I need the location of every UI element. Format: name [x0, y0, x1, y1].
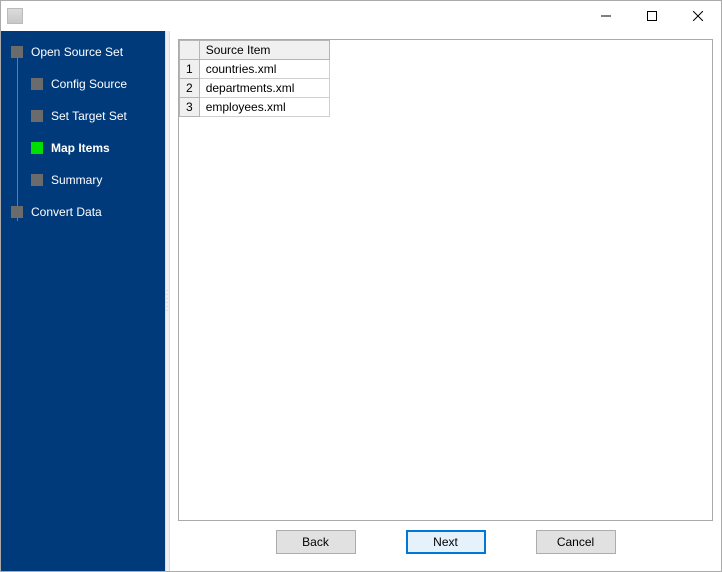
- close-icon: [693, 11, 703, 21]
- row-number: 1: [180, 60, 200, 79]
- button-label: Cancel: [557, 535, 594, 549]
- step-label: Convert Data: [31, 205, 102, 219]
- step-marker-icon: [31, 110, 43, 122]
- cell-source-item: countries.xml: [199, 60, 329, 79]
- step-convert-data[interactable]: Convert Data: [11, 199, 165, 225]
- step-marker-icon: [31, 142, 43, 154]
- table-row[interactable]: 3 employees.xml: [180, 98, 330, 117]
- app-icon: [7, 8, 23, 24]
- minimize-button[interactable]: [583, 1, 629, 31]
- tree-line: [17, 49, 18, 221]
- cell-source-item: departments.xml: [199, 79, 329, 98]
- button-label: Back: [302, 535, 329, 549]
- cell-source-item: employees.xml: [199, 98, 329, 117]
- step-config-source[interactable]: Config Source: [31, 71, 165, 97]
- step-marker-icon: [31, 174, 43, 186]
- main-panel: Source Item 1 countries.xml 2 department…: [170, 31, 721, 571]
- button-label: Next: [433, 535, 458, 549]
- row-header-blank: [180, 41, 200, 60]
- row-number: 3: [180, 98, 200, 117]
- wizard-window: Open Source Set Config Source Set Target…: [0, 0, 722, 572]
- titlebar: [1, 1, 721, 31]
- wizard-steps-sidebar: Open Source Set Config Source Set Target…: [1, 31, 165, 571]
- table-row[interactable]: 2 departments.xml: [180, 79, 330, 98]
- window-controls: [583, 1, 721, 31]
- row-number: 2: [180, 79, 200, 98]
- close-button[interactable]: [675, 1, 721, 31]
- step-set-target-set[interactable]: Set Target Set: [31, 103, 165, 129]
- back-button[interactable]: Back: [276, 530, 356, 554]
- step-label: Summary: [51, 173, 102, 187]
- step-marker-icon: [11, 206, 23, 218]
- maximize-button[interactable]: [629, 1, 675, 31]
- next-button[interactable]: Next: [406, 530, 486, 554]
- table-row[interactable]: 1 countries.xml: [180, 60, 330, 79]
- step-map-items[interactable]: Map Items: [31, 135, 165, 161]
- maximize-icon: [647, 11, 657, 21]
- source-item-table: Source Item 1 countries.xml 2 department…: [179, 40, 330, 117]
- cancel-button[interactable]: Cancel: [536, 530, 616, 554]
- step-label: Open Source Set: [31, 45, 123, 59]
- splitter-grip-icon: ······: [166, 289, 170, 313]
- step-marker-icon: [31, 78, 43, 90]
- step-label: Set Target Set: [51, 109, 127, 123]
- step-label: Config Source: [51, 77, 127, 91]
- minimize-icon: [601, 11, 611, 21]
- wizard-footer: Back Next Cancel: [178, 521, 713, 563]
- step-open-source-set[interactable]: Open Source Set: [11, 39, 165, 65]
- step-summary[interactable]: Summary: [31, 167, 165, 193]
- step-marker-icon: [11, 46, 23, 58]
- source-item-panel: Source Item 1 countries.xml 2 department…: [178, 39, 713, 521]
- column-header-source-item[interactable]: Source Item: [199, 41, 329, 60]
- step-label: Map Items: [51, 141, 110, 155]
